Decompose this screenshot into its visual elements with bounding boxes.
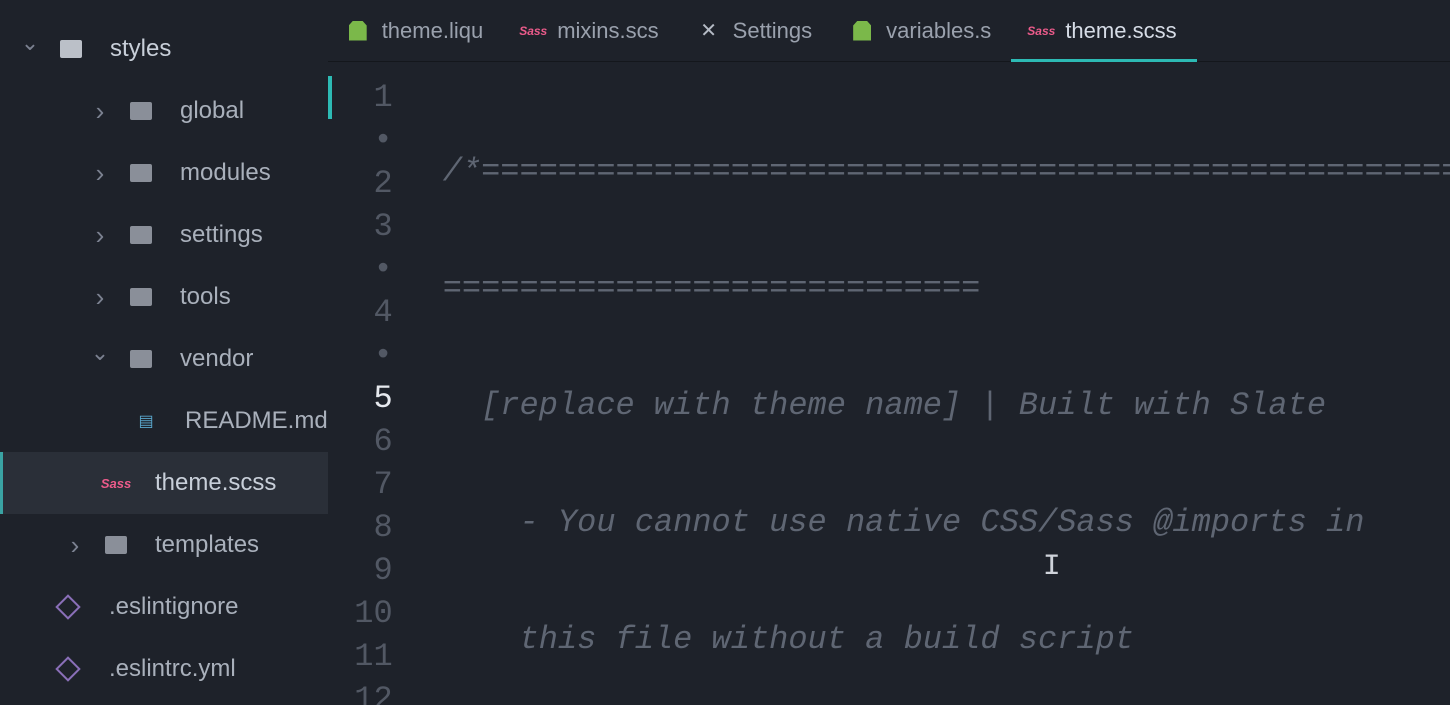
folder-label: vendor [180, 345, 253, 373]
line-number: 9 [328, 549, 393, 592]
line-number: 8 [328, 506, 393, 549]
line-number: 11 [328, 635, 393, 678]
chevron-right-icon [70, 158, 130, 189]
folder-vendor[interactable]: vendor [0, 328, 328, 390]
file-tree-sidebar: styles global modules settings tools ven… [0, 0, 328, 705]
folder-global[interactable]: global [0, 80, 328, 142]
line-number: 5 [328, 377, 393, 420]
shopify-icon [348, 22, 368, 40]
folder-settings[interactable]: settings [0, 204, 328, 266]
chevron-right-icon [70, 282, 130, 313]
line-number-fold [328, 334, 393, 377]
code-line: /*======================================… [443, 150, 1450, 193]
folder-styles[interactable]: styles [0, 18, 328, 80]
file-theme-scss[interactable]: Sass theme.scss [0, 452, 328, 514]
tab-theme-liquid[interactable]: theme.liqu [328, 0, 504, 62]
folder-icon [130, 350, 152, 368]
folder-label: modules [180, 159, 271, 187]
folder-templates[interactable]: templates [0, 514, 328, 576]
chevron-right-icon [70, 220, 130, 251]
chevron-down-icon [0, 36, 60, 62]
tab-theme-scss[interactable]: Sass theme.scss [1011, 0, 1196, 62]
tab-label: Settings [733, 18, 813, 44]
eslint-icon [55, 656, 80, 681]
line-number: 7 [328, 463, 393, 506]
file-eslintrc[interactable]: .eslintrc.yml [0, 638, 328, 700]
line-number: 4 [328, 291, 393, 334]
folder-modules[interactable]: modules [0, 142, 328, 204]
tab-bar: theme.liqu Sass mixins.scs ✕ Settings va… [328, 0, 1450, 62]
code-lines[interactable]: /*======================================… [423, 62, 1450, 705]
folder-icon [130, 226, 152, 244]
line-number: 3 [328, 205, 393, 248]
editor-area: theme.liqu Sass mixins.scs ✕ Settings va… [328, 0, 1450, 705]
tab-settings[interactable]: ✕ Settings [679, 0, 833, 62]
mouse-text-cursor: I [1043, 550, 1061, 584]
shopify-icon [852, 22, 872, 40]
folder-icon [130, 288, 152, 306]
sass-icon: Sass [523, 22, 543, 40]
code-line: - You cannot use native CSS/Sass @import… [443, 501, 1450, 544]
code-line: ============================ [443, 267, 1450, 310]
folder-icon [60, 40, 82, 58]
tab-label: theme.liqu [382, 18, 484, 44]
tab-variables[interactable]: variables.s [832, 0, 1011, 62]
folder-icon [105, 536, 127, 554]
sass-icon: Sass [105, 474, 127, 492]
code-editor[interactable]: 1 2 3 4 5 6 7 8 9 10 11 12 /*===========… [328, 62, 1450, 705]
folder-icon [130, 102, 152, 120]
file-label: theme.scss [155, 469, 276, 497]
wrench-icon: ✕ [699, 22, 719, 40]
file-label: README.md [185, 407, 328, 435]
code-line: this file without a build script [443, 618, 1450, 661]
line-number-fold [328, 119, 393, 162]
folder-label: settings [180, 221, 263, 249]
tab-mixins[interactable]: Sass mixins.scs [503, 0, 678, 62]
folder-label: templates [155, 531, 259, 559]
folder-label: global [180, 97, 244, 125]
line-number: 1 [328, 76, 393, 119]
tab-label: mixins.scs [557, 18, 658, 44]
line-number-fold [328, 248, 393, 291]
sass-icon: Sass [1031, 22, 1051, 40]
line-number: 2 [328, 162, 393, 205]
file-label: .eslintrc.yml [109, 655, 236, 683]
readme-icon: ▤ [135, 412, 157, 430]
folder-icon [130, 164, 152, 182]
folder-label: styles [110, 35, 171, 63]
file-eslintignore[interactable]: .eslintignore [0, 576, 328, 638]
tab-label: theme.scss [1065, 18, 1176, 44]
file-readme[interactable]: ▤ README.md [0, 390, 328, 452]
folder-tools[interactable]: tools [0, 266, 328, 328]
eslint-icon [55, 594, 80, 619]
chevron-down-icon [70, 346, 130, 372]
file-label: .eslintignore [109, 593, 238, 621]
chevron-right-icon [45, 530, 105, 561]
line-number: 12 [328, 678, 393, 705]
line-gutter: 1 2 3 4 5 6 7 8 9 10 11 12 [328, 62, 423, 705]
chevron-right-icon [70, 96, 130, 127]
tab-label: variables.s [886, 18, 991, 44]
line-number: 10 [328, 592, 393, 635]
line-number: 6 [328, 420, 393, 463]
code-line: [replace with theme name] | Built with S… [443, 384, 1450, 427]
folder-label: tools [180, 283, 231, 311]
gutter-accent [328, 76, 332, 119]
